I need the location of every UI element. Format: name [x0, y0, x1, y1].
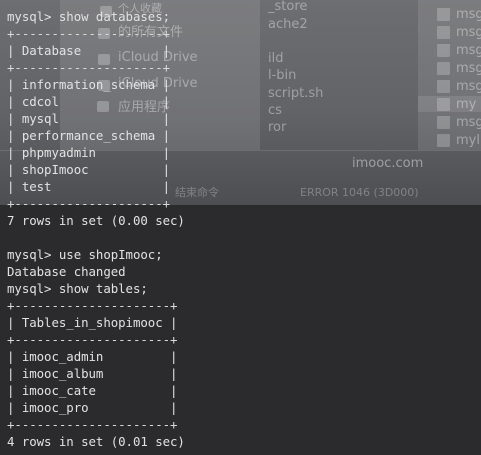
- table-border: +--------------------+: [7, 196, 171, 211]
- terminal-output[interactable]: mysql> show databases; +----------------…: [7, 8, 481, 450]
- command-output: Database changed: [7, 264, 126, 279]
- table-border: +--------------------+: [7, 60, 171, 75]
- table-border: +---------------------+: [7, 417, 178, 432]
- table-row: | shopImooc |: [7, 162, 171, 177]
- table-row: | imooc_admin |: [7, 349, 178, 364]
- table-border: +---------------------+: [7, 298, 178, 313]
- table-row: | test |: [7, 179, 171, 194]
- table-row: | cdcol |: [7, 94, 171, 109]
- table-row: | mysql |: [7, 111, 171, 126]
- table-border: +--------------------+: [7, 26, 171, 41]
- table-row: | information_schema |: [7, 77, 171, 92]
- table-row: | performance_schema |: [7, 128, 171, 143]
- prompt-line: mysql> show tables;: [7, 281, 148, 296]
- table-border: +---------------------+: [7, 332, 178, 347]
- table-header: | Tables_in_shopimooc |: [7, 315, 178, 330]
- prompt-line: mysql> show databases;: [7, 9, 171, 24]
- prompt-line: mysql> use shopImooc;: [7, 247, 163, 262]
- table-row: | imooc_cate |: [7, 383, 178, 398]
- table-row: | phpmyadmin |: [7, 145, 171, 160]
- table-row: | imooc_album |: [7, 366, 178, 381]
- result-summary: 4 rows in set (0.01 sec): [7, 434, 185, 449]
- table-row: | imooc_pro |: [7, 400, 178, 415]
- result-summary: 7 rows in set (0.00 sec): [7, 213, 185, 228]
- table-header: | Database |: [7, 43, 171, 58]
